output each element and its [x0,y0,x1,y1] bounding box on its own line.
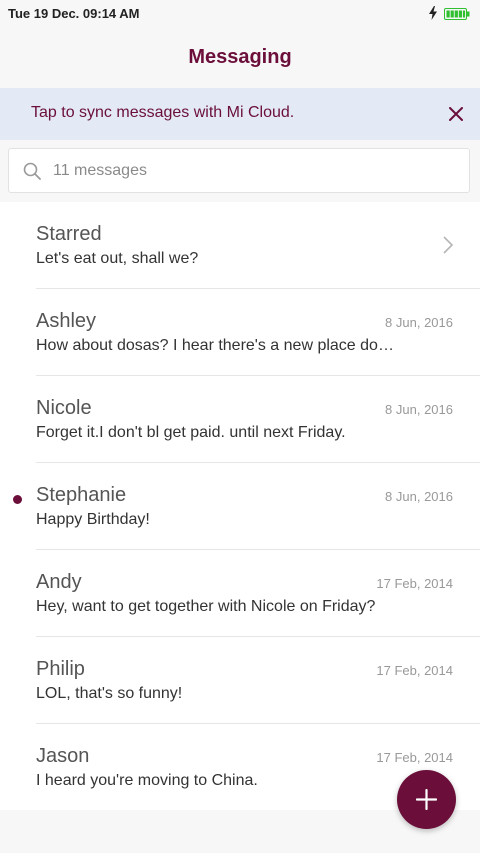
thread-name: Nicole [36,397,92,419]
thread-date: 17 Feb, 2014 [376,663,453,678]
charging-icon [428,6,438,20]
search-icon [23,162,41,180]
thread-name: Ashley [36,310,97,332]
search-box[interactable] [8,148,470,193]
thread-name: Starred [36,223,102,245]
thread-name: Stephanie [36,484,127,506]
thread-date: 17 Feb, 2014 [376,750,453,765]
thread-nicole[interactable]: Nicole 8 Jun, 2016 Forget it.I don't bl … [0,376,480,463]
thread-name: Philip [36,658,85,680]
page-title: Messaging [188,46,292,68]
message-list: Starred Let's eat out, shall we? Ashley … [0,202,480,810]
thread-preview: How about dosas? I hear there's a new pl… [36,337,396,354]
thread-preview: Forget it.I don't bl get paid. until nex… [36,424,346,441]
thread-date: 8 Jun, 2016 [385,489,453,504]
thread-preview: Hey, want to get together with Nicole on… [36,598,376,615]
thread-date: 8 Jun, 2016 [385,315,453,330]
battery-icon [444,7,470,20]
status-time: Tue 19 Dec. 09:14 AM [8,6,140,21]
unread-indicator [13,495,22,504]
status-bar: Tue 19 Dec. 09:14 AM [0,0,480,28]
thread-preview: LOL, that's so funny! [36,685,183,702]
thread-philip[interactable]: Philip 17 Feb, 2014 LOL, that's so funny… [0,637,480,724]
thread-preview: Let's eat out, shall we? [36,250,199,267]
thread-date: 17 Feb, 2014 [376,576,453,591]
thread-preview: I heard you're moving to China. [36,772,258,789]
plus-icon [416,789,437,810]
close-banner-button[interactable] [440,98,472,130]
sync-banner-text[interactable]: Tap to sync messages with Mi Cloud. [31,104,294,122]
thread-ashley[interactable]: Ashley 8 Jun, 2016 How about dosas? I he… [0,289,480,376]
close-icon [449,107,463,121]
chevron-right-icon [442,236,454,254]
thread-name: Andy [36,571,82,593]
search-input[interactable] [53,157,453,185]
thread-preview: Happy Birthday! [36,511,150,528]
thread-date: 8 Jun, 2016 [385,402,453,417]
thread-starred[interactable]: Starred Let's eat out, shall we? [0,202,480,289]
title-bar: Messaging [0,28,480,88]
sync-banner[interactable]: Tap to sync messages with Mi Cloud. [0,88,480,140]
thread-andy[interactable]: Andy 17 Feb, 2014 Hey, want to get toget… [0,550,480,637]
thread-name: Jason [36,745,90,767]
new-message-button[interactable] [397,770,456,829]
thread-stephanie[interactable]: Stephanie 8 Jun, 2016 Happy Birthday! [0,463,480,550]
